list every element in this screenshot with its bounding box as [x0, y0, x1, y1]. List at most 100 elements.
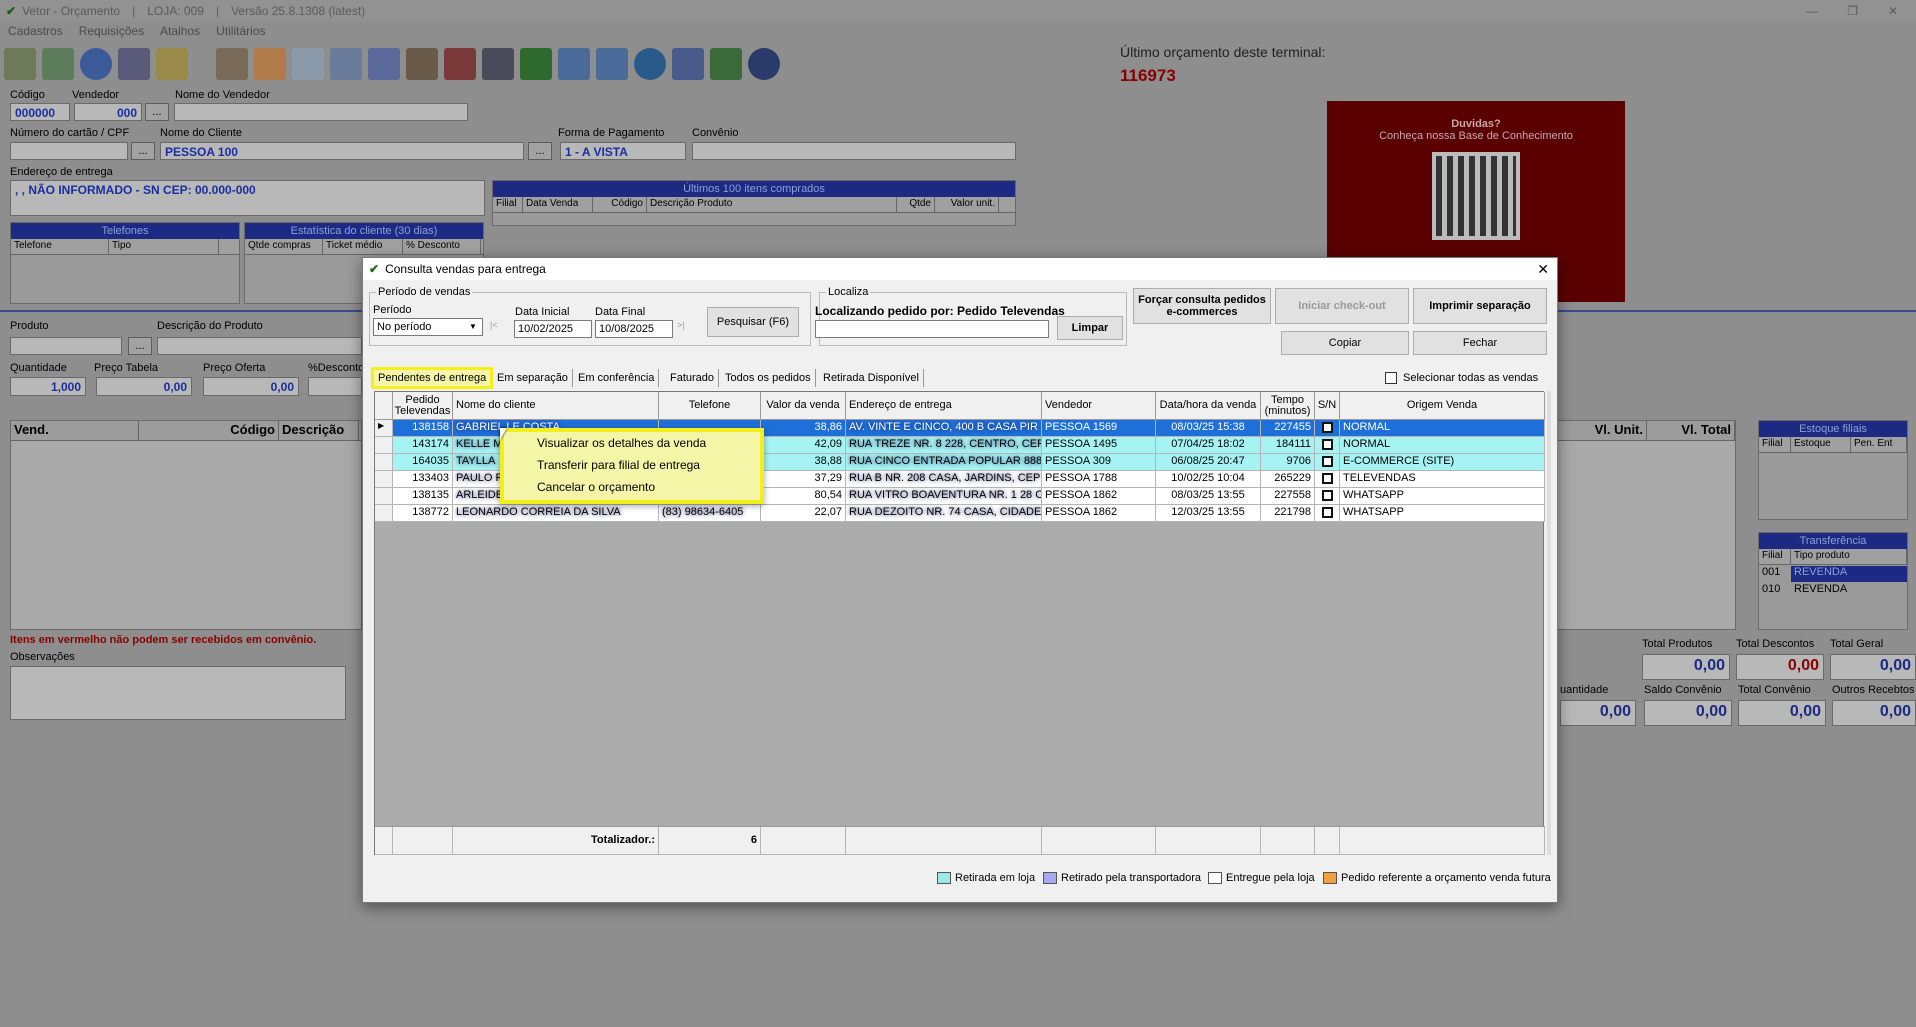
descricao-produto-field[interactable]	[157, 337, 362, 355]
transf-row[interactable]: 001 REVENDA	[1759, 566, 1907, 582]
periodo-dropdown-icon[interactable]: ▼	[469, 322, 477, 331]
function-icon[interactable]	[672, 48, 704, 80]
ctx-visualizar-detalhes[interactable]: Visualizar os detalhes da venda	[504, 432, 760, 454]
transf-row[interactable]: 010 REVENDA	[1759, 583, 1907, 599]
desconto-field[interactable]	[308, 377, 362, 396]
cell-data: 06/08/25 20:47	[1156, 454, 1261, 471]
col-origem-venda[interactable]: Origem Venda	[1340, 392, 1545, 420]
app-title: Vetor - Orçamento	[22, 4, 121, 18]
table-row[interactable]: 138772 LEONARDO CORREIA DA SILVA (83) 9863…	[375, 505, 1545, 522]
col-sn[interactable]: S/N	[1315, 392, 1340, 420]
row-checkbox[interactable]	[1321, 507, 1333, 518]
ctx-transferir-filial[interactable]: Transferir para filial de entrega	[504, 454, 760, 476]
preco-oferta-field[interactable]: 0,00	[203, 377, 299, 396]
vertical-scrollbar[interactable]	[1547, 391, 1551, 855]
col-pedido-televendas[interactable]: Pedido Televendas	[393, 392, 453, 420]
produto-lookup-button[interactable]: ...	[128, 337, 152, 355]
row-checkbox[interactable]	[1321, 490, 1333, 501]
cell-pedido: 143174	[393, 437, 453, 454]
pencil-icon[interactable]	[156, 48, 188, 80]
book-icon[interactable]	[368, 48, 400, 80]
menu-atalhos[interactable]: Atalhos	[160, 24, 200, 38]
tab-pendentes[interactable]: Pendentes de entrega	[371, 367, 494, 389]
menu-utilitarios[interactable]: Utilitários	[216, 24, 265, 38]
iniciar-checkout-button[interactable]: Iniciar check-out	[1275, 288, 1409, 324]
ring-icon[interactable]	[748, 48, 780, 80]
col-valor-venda[interactable]: Valor da venda	[761, 392, 846, 420]
cell-data: 07/04/25 18:02	[1156, 437, 1261, 454]
cartao-field[interactable]	[10, 142, 128, 160]
preco-tabela-field[interactable]: 0,00	[96, 377, 192, 396]
cartao-lookup-button[interactable]: ...	[131, 142, 155, 160]
row-checkbox[interactable]	[1321, 439, 1333, 450]
run-icon[interactable]	[558, 48, 590, 80]
produto-field[interactable]	[10, 337, 122, 355]
total-produtos-label: Total Produtos	[1642, 638, 1713, 650]
col-vendedor[interactable]: Vendedor	[1042, 392, 1156, 420]
periodo-select[interactable]: No período	[373, 318, 483, 336]
copiar-button[interactable]: Copiar	[1281, 331, 1409, 355]
nome-cliente-field[interactable]: PESSOA 100	[160, 142, 524, 160]
row-checkbox[interactable]	[1321, 456, 1333, 467]
row-checkbox[interactable]	[1321, 473, 1333, 484]
convenio-select[interactable]	[692, 142, 1016, 160]
codigo-field[interactable]: 000000	[10, 103, 70, 121]
col-tempo[interactable]: Tempo (minutos)	[1261, 392, 1315, 420]
customers-icon[interactable]	[216, 48, 248, 80]
imprimir-separacao-button[interactable]: Imprimir separação	[1413, 288, 1547, 324]
vendedor-lookup-button[interactable]: ...	[145, 103, 169, 121]
localiza-input[interactable]	[815, 320, 1049, 338]
data-final-field[interactable]: 10/08/2025	[595, 320, 673, 338]
observacoes-field[interactable]	[10, 666, 346, 720]
vendedor-field[interactable]: 000	[74, 103, 142, 121]
quantidade-field[interactable]: 1,000	[10, 377, 86, 396]
row-checkbox[interactable]	[1321, 422, 1333, 433]
data-inicial-field[interactable]: 10/02/2025	[514, 320, 592, 338]
dialog-check-icon: ✔	[369, 262, 380, 276]
person-icon[interactable]	[406, 48, 438, 80]
tab-em-separacao[interactable]: Em separação	[493, 369, 573, 387]
refresh-icon[interactable]	[42, 48, 74, 80]
col-data-hora[interactable]: Data/hora da venda	[1156, 392, 1261, 420]
dialog-title: Consulta vendas para entrega	[385, 262, 546, 276]
ultimos-itens-grid: Últimos 100 itens comprados Filial Data …	[492, 180, 1016, 226]
cliente-lookup-button[interactable]: ...	[528, 142, 552, 160]
prev-period-button[interactable]: |<	[490, 320, 498, 330]
ctx-cancelar-orcamento[interactable]: Cancelar o orçamento	[504, 476, 760, 498]
minimize-icon[interactable]: —	[1806, 4, 1818, 18]
pesquisar-button[interactable]: Pesquisar (F6)	[707, 307, 799, 337]
no-signal-icon[interactable]	[596, 48, 628, 80]
select-all-checkbox[interactable]	[1385, 372, 1397, 384]
target-icon[interactable]	[634, 48, 666, 80]
nome-vendedor-field[interactable]	[174, 103, 468, 121]
brazil-flag-icon[interactable]	[520, 48, 552, 80]
next-period-button[interactable]: >|	[677, 320, 685, 330]
pagamento-select[interactable]: 1 - A VISTA	[560, 142, 686, 160]
close-window-icon[interactable]: ✕	[1888, 4, 1898, 18]
col-nome-cliente[interactable]: Nome do cliente	[453, 392, 659, 420]
menu-requisicoes[interactable]: Requisições	[79, 24, 144, 38]
tab-em-conferencia[interactable]: Em conferência	[574, 369, 660, 387]
tab-retirada-disponivel[interactable]: Retirada Disponível	[819, 369, 924, 387]
forcar-consulta-button[interactable]: Forçar consulta pedidos e-commerces	[1133, 288, 1271, 324]
save-icon[interactable]	[118, 48, 150, 80]
col-telefone[interactable]: Telefone	[659, 392, 761, 420]
limpar-button[interactable]: Limpar	[1057, 316, 1123, 340]
dialog-close-icon[interactable]: ✕	[1537, 261, 1549, 278]
users-icon[interactable]	[4, 48, 36, 80]
info-icon[interactable]	[80, 48, 112, 80]
sync-icon[interactable]	[710, 48, 742, 80]
tab-faturado[interactable]: Faturado	[666, 369, 720, 387]
legend-entregue-loja: Entregue pela loja	[1208, 872, 1315, 884]
cell-vendedor: PESSOA 1569	[1042, 420, 1156, 437]
customer-card-icon[interactable]	[254, 48, 286, 80]
col-endereco-entrega[interactable]: Endereço de entrega	[846, 392, 1042, 420]
tab-todos-pedidos[interactable]: Todos os pedidos	[721, 369, 816, 387]
fechar-button[interactable]: Fechar	[1413, 331, 1547, 355]
menu-cadastros[interactable]: Cadastros	[8, 24, 63, 38]
documents-icon[interactable]	[292, 48, 324, 80]
search-icon[interactable]	[330, 48, 362, 80]
maximize-icon[interactable]: ❐	[1847, 4, 1858, 18]
globe-icon[interactable]	[482, 48, 514, 80]
delivery-icon[interactable]	[444, 48, 476, 80]
